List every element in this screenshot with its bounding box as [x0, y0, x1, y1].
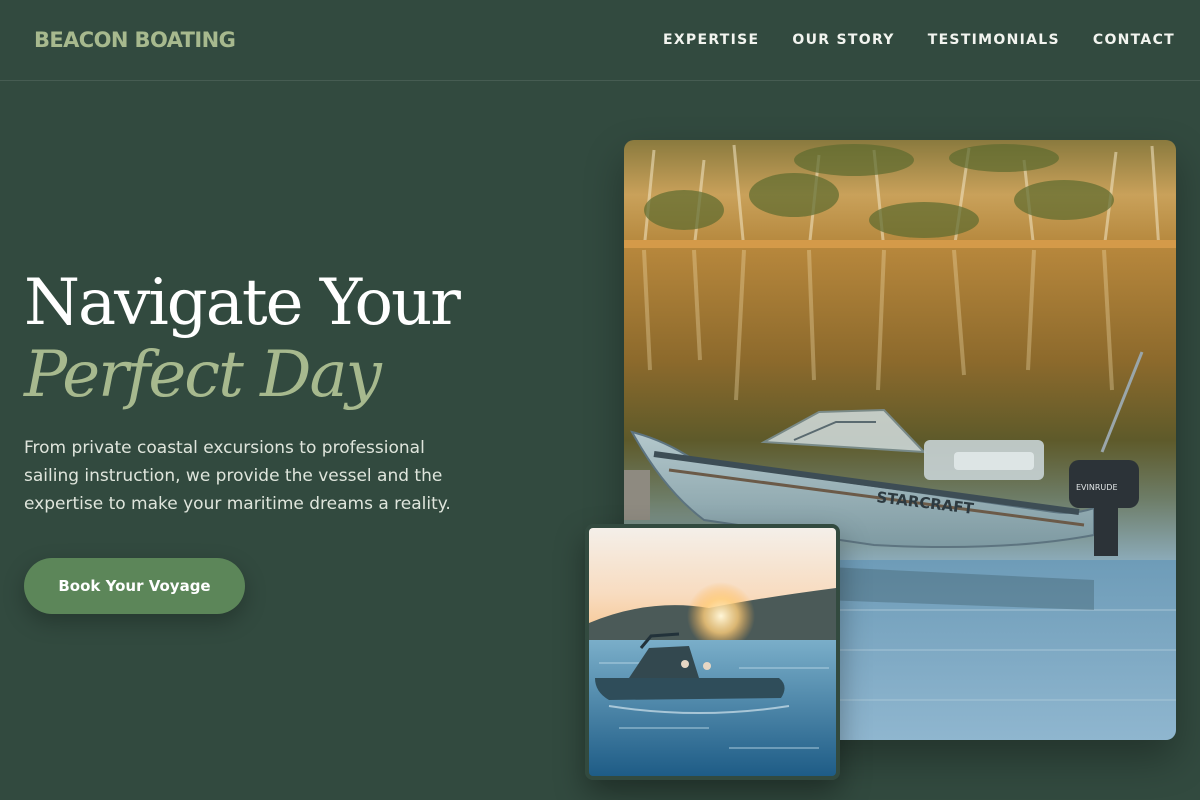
brand-logo[interactable]: BEACON BOATING — [34, 27, 236, 53]
sunset-boat-photo — [589, 528, 836, 776]
nav-link-our-story[interactable]: OUR STORY — [792, 31, 894, 49]
motor-brand: EVINRUDE — [1076, 483, 1118, 492]
hero-description: From private coastal excursions to profe… — [24, 438, 451, 514]
nav-link-testimonials[interactable]: TESTIMONIALS — [928, 31, 1060, 49]
book-voyage-button[interactable]: Book Your Voyage — [24, 558, 245, 614]
nav-link-expertise[interactable]: EXPERTISE — [663, 31, 759, 49]
main-nav: EXPERTISE OUR STORY TESTIMONIALS CONTACT — [630, 31, 1175, 49]
site-header: BEACON BOATING EXPERTISE OUR STORY TESTI… — [0, 0, 1200, 81]
nav-link-contact[interactable]: CONTACT — [1093, 31, 1175, 49]
hero-title-line2: Perfect Day — [24, 338, 382, 412]
hero-title-line1: Navigate Your — [24, 266, 461, 340]
hero-headline: Navigate Your Perfect Day — [24, 266, 461, 412]
hero-secondary-image — [585, 524, 840, 780]
